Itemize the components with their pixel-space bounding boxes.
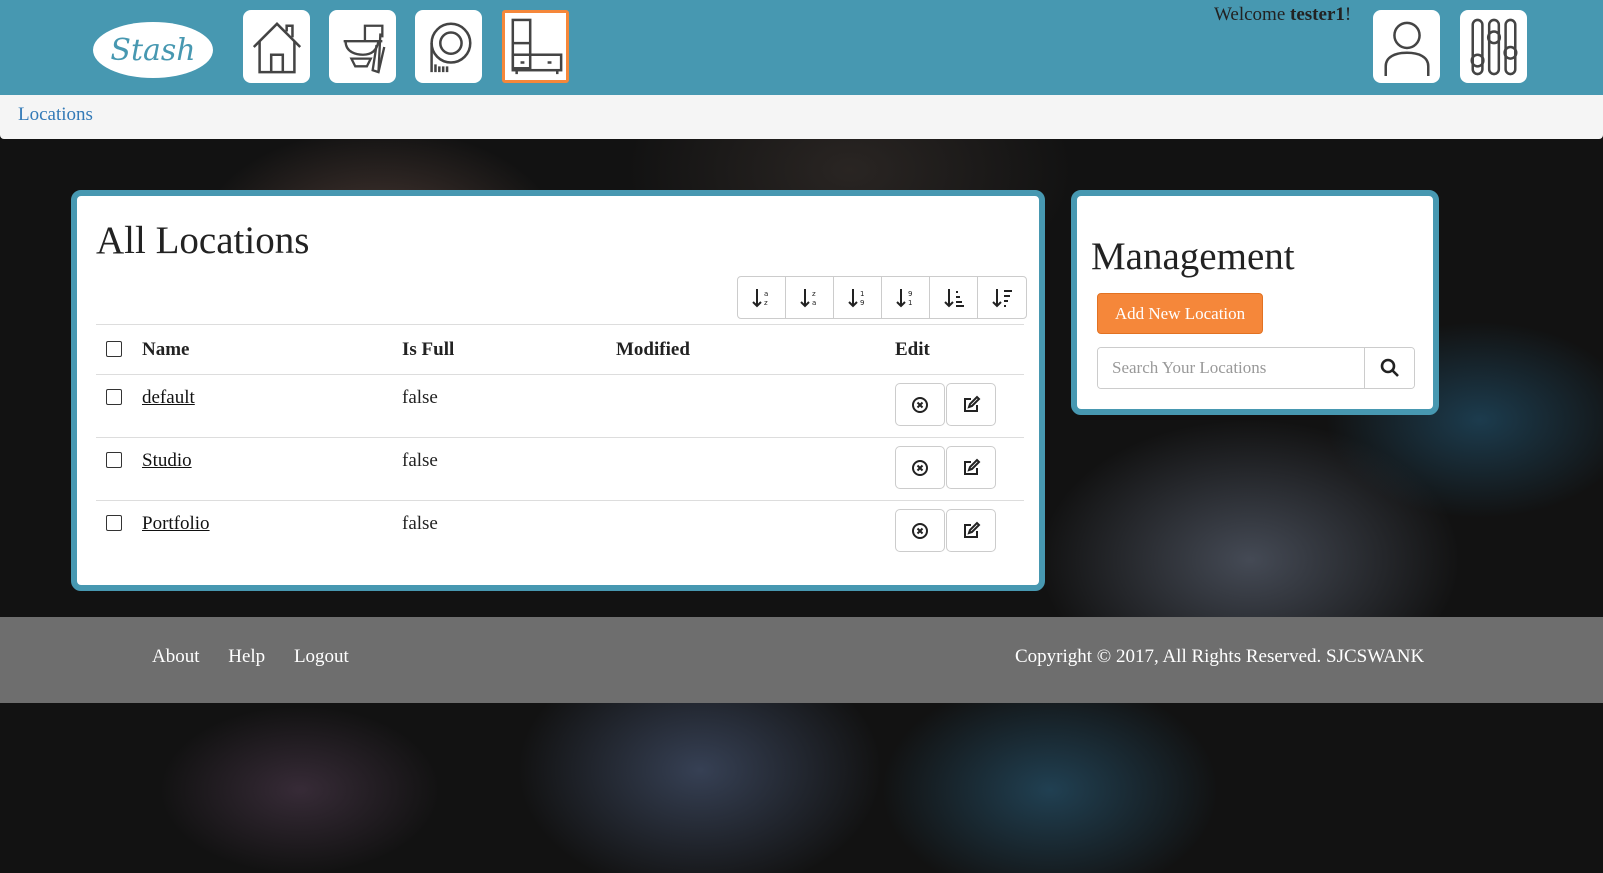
column-modified[interactable]: Modified (615, 324, 894, 375)
management-title: Management (1091, 235, 1295, 278)
breadcrumb: Locations (0, 95, 1603, 139)
modified-value (615, 374, 894, 438)
delete-button[interactable] (895, 383, 945, 426)
is-full-value: false (401, 500, 615, 564)
svg-text:9: 9 (908, 290, 912, 298)
nav-patterns-button[interactable] (415, 10, 482, 83)
management-panel: Management Add New Location (1071, 190, 1439, 415)
delete-button[interactable] (895, 446, 945, 489)
sort-numeric-asc-button[interactable]: 19 (834, 277, 882, 318)
username: tester1 (1290, 4, 1345, 25)
column-name[interactable]: Name (141, 324, 401, 375)
footer-help-link[interactable]: Help (228, 646, 265, 667)
pattern-icon (429, 22, 472, 72)
edit-button[interactable] (946, 446, 996, 489)
table-row: Portfolio false (96, 500, 1024, 564)
row-checkbox[interactable] (106, 452, 122, 468)
stash-logo[interactable]: Stash (93, 22, 213, 78)
sort-numeric-down-icon: 19 (847, 288, 864, 307)
page-title: All Locations (96, 219, 310, 262)
nav-locations-button[interactable] (502, 10, 569, 83)
sort-button-group: az za 19 91 (737, 276, 1027, 319)
sort-amount-desc-button[interactable] (978, 277, 1026, 318)
svg-text:9: 9 (860, 299, 864, 307)
top-navbar: Stash Welcome tester1! (0, 0, 1603, 95)
column-is-full[interactable]: Is Full (401, 324, 615, 375)
sort-amount-up-icon (992, 288, 1012, 307)
edit-icon (964, 395, 981, 412)
svg-text:1: 1 (860, 290, 864, 298)
storage-cabinet-icon (511, 18, 562, 74)
svg-text:a: a (812, 299, 816, 307)
table-row: Studio false (96, 437, 1024, 501)
edit-button[interactable] (946, 509, 996, 552)
profile-button[interactable] (1373, 10, 1440, 83)
edit-button[interactable] (946, 383, 996, 426)
column-edit: Edit (894, 324, 1024, 375)
sort-numeric-desc-button[interactable]: 91 (882, 277, 930, 318)
modified-value (615, 500, 894, 564)
edit-icon (964, 458, 981, 475)
table-header-row: Name Is Full Modified Edit (96, 324, 1024, 375)
delete-circle-x-icon (912, 396, 928, 413)
delete-circle-x-icon (912, 459, 928, 476)
footer-links: About Help Logout (152, 646, 373, 668)
search-input[interactable] (1098, 348, 1364, 388)
svg-text:z: z (812, 290, 816, 298)
nav-home-button[interactable] (243, 10, 310, 83)
row-checkbox[interactable] (106, 389, 122, 405)
nav-supplies-button[interactable] (329, 10, 396, 83)
delete-circle-x-icon (912, 522, 928, 539)
location-name-link[interactable]: default (142, 387, 195, 408)
sort-alpha-asc-button[interactable]: az (738, 277, 786, 318)
sewing-machine-icon (343, 24, 385, 74)
svg-text:z: z (764, 299, 768, 307)
location-name-link[interactable]: Portfolio (142, 513, 210, 534)
copyright-text: Copyright © 2017, All Rights Reserved. S… (1015, 646, 1425, 667)
location-name-link[interactable]: Studio (142, 450, 192, 471)
sort-alpha-up-icon: za (799, 288, 816, 307)
modified-value (615, 437, 894, 501)
svg-text:a: a (764, 290, 768, 298)
locations-table: Name Is Full Modified Edit default false (96, 324, 1024, 564)
sort-amount-asc-button[interactable] (930, 277, 978, 318)
is-full-value: false (401, 437, 615, 501)
footer-about-link[interactable]: About (152, 646, 200, 667)
sort-alpha-desc-button[interactable]: za (786, 277, 834, 318)
row-checkbox[interactable] (106, 515, 122, 531)
breadcrumb-locations[interactable]: Locations (18, 104, 93, 126)
search-button[interactable] (1364, 348, 1414, 388)
all-locations-panel: All Locations az za 19 91 Name Is Full M… (71, 190, 1045, 591)
sort-alpha-down-icon: az (751, 288, 768, 307)
footer-logout-link[interactable]: Logout (294, 646, 349, 667)
settings-button[interactable] (1460, 10, 1527, 83)
select-all-checkbox[interactable] (106, 341, 122, 357)
table-row: default false (96, 374, 1024, 438)
edit-icon (964, 521, 981, 538)
welcome-message: Welcome tester1! (1214, 4, 1352, 25)
home-icon (252, 21, 301, 73)
is-full-value: false (401, 374, 615, 438)
footer: About Help Logout Copyright © 2017, All … (0, 617, 1603, 703)
sort-amount-down-icon (943, 288, 964, 307)
search-group (1097, 347, 1415, 389)
svg-text:1: 1 (908, 299, 912, 307)
sort-numeric-up-icon: 91 (895, 288, 912, 307)
sliders-icon (1470, 18, 1517, 75)
search-icon (1380, 358, 1399, 377)
user-icon (1383, 21, 1430, 76)
add-new-location-button[interactable]: Add New Location (1097, 293, 1263, 334)
delete-button[interactable] (895, 509, 945, 552)
